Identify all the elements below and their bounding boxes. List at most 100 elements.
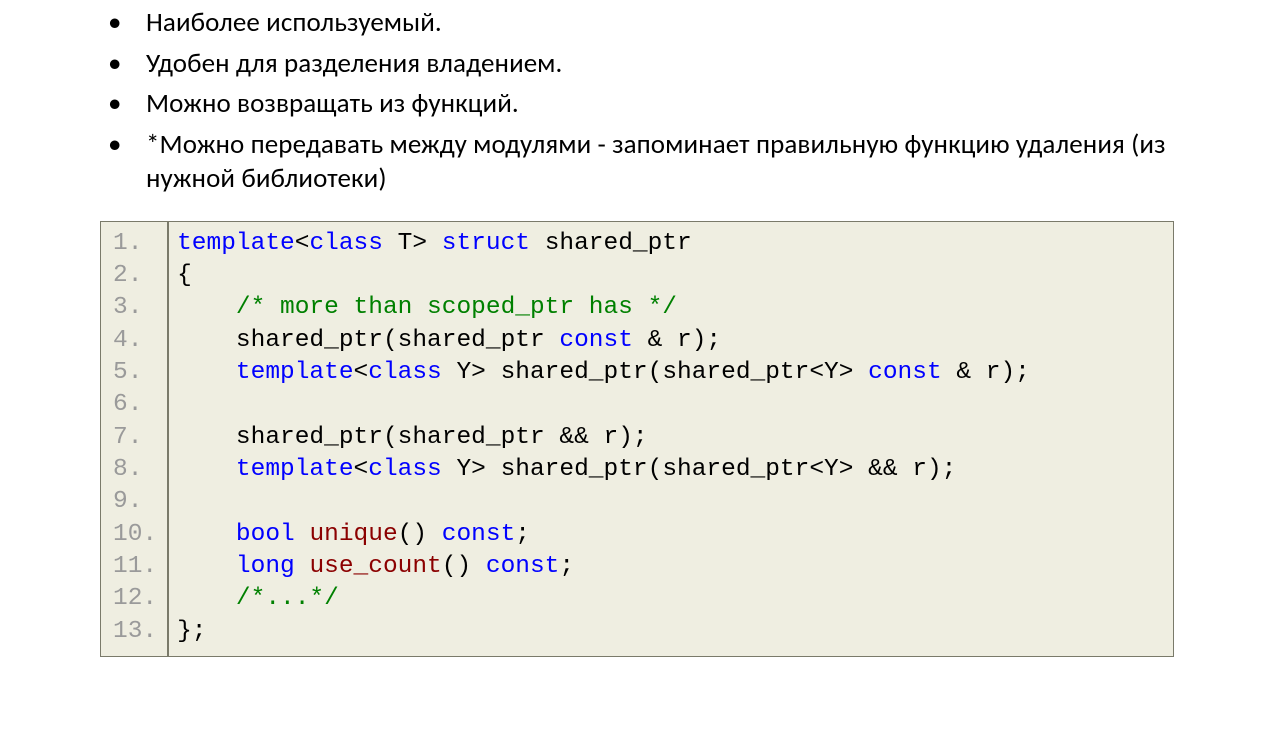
- bullet-text: Можно возвращать из функций.: [146, 87, 519, 120]
- code-token: (: [383, 424, 398, 451]
- code-token: [545, 327, 560, 354]
- code-line: [177, 389, 1030, 421]
- code-token: [177, 327, 236, 354]
- bullet-list: Наиболее используемый. Удобен для раздел…: [100, 6, 1181, 197]
- code-token: [177, 521, 236, 548]
- code-token: class: [368, 456, 442, 483]
- code-token: /*...*/: [236, 585, 339, 612]
- code-block: 1.2.3.4.5.6.7.8.9.10.11.12.13. template<…: [100, 221, 1174, 657]
- code-body: template<class T> struct shared_ptr{ /* …: [169, 222, 1038, 656]
- code-token: {: [177, 262, 192, 289]
- code-token: const: [442, 521, 516, 548]
- code-token: [177, 294, 236, 321]
- code-line-number: 8.: [113, 454, 157, 486]
- code-line-number: 11.: [113, 551, 157, 583]
- code-token: [177, 456, 236, 483]
- code-token: shared_ptr: [501, 456, 648, 483]
- code-token: Y: [824, 456, 839, 483]
- code-token: const: [559, 327, 633, 354]
- code-token: [177, 585, 236, 612]
- code-line-number: 5.: [113, 357, 157, 389]
- code-token: shared_ptr: [501, 359, 648, 386]
- code-token: class: [368, 359, 442, 386]
- code-line: {: [177, 260, 1030, 292]
- code-token: (: [648, 359, 663, 386]
- code-token: template: [236, 456, 354, 483]
- code-token: [383, 230, 398, 257]
- code-line-number: 3.: [113, 292, 157, 324]
- code-line-number: 6.: [113, 389, 157, 421]
- code-token: shared_ptr: [662, 456, 809, 483]
- code-token: && r);: [545, 424, 648, 451]
- code-token: ;: [515, 521, 530, 548]
- code-token: & r);: [633, 327, 721, 354]
- code-token: <: [354, 359, 369, 386]
- code-token: Y: [456, 359, 471, 386]
- code-token: [177, 424, 236, 451]
- code-line-number: 12.: [113, 583, 157, 615]
- code-token: Y: [456, 456, 471, 483]
- code-line: template<class T> struct shared_ptr: [177, 228, 1030, 260]
- code-token: <: [354, 456, 369, 483]
- code-token: >: [412, 230, 441, 257]
- code-line: [177, 486, 1030, 518]
- code-token: long: [236, 553, 295, 580]
- code-line: };: [177, 616, 1030, 648]
- code-line: shared_ptr(shared_ptr && r);: [177, 422, 1030, 454]
- code-token: template: [177, 230, 295, 257]
- code-token: (: [648, 456, 663, 483]
- code-line: /*...*/: [177, 583, 1030, 615]
- code-token: [530, 230, 545, 257]
- code-token: > && r);: [839, 456, 957, 483]
- code-token: T: [398, 230, 413, 257]
- code-token: const: [868, 359, 942, 386]
- code-line: bool unique() const;: [177, 519, 1030, 551]
- code-line: long use_count() const;: [177, 551, 1030, 583]
- code-line-number: 1.: [113, 228, 157, 260]
- code-token: (: [383, 327, 398, 354]
- code-token: <: [809, 456, 824, 483]
- code-token: [442, 359, 457, 386]
- code-token: shared_ptr: [398, 327, 545, 354]
- code-token: & r);: [942, 359, 1030, 386]
- code-token: >: [471, 456, 500, 483]
- code-token: shared_ptr: [545, 230, 692, 257]
- code-gutter: 1.2.3.4.5.6.7.8.9.10.11.12.13.: [101, 222, 169, 656]
- code-token: (): [398, 521, 442, 548]
- code-line-number: 7.: [113, 422, 157, 454]
- bullet-text: Наиболее используемый.: [146, 6, 442, 39]
- code-token: [177, 359, 236, 386]
- code-token: const: [486, 553, 560, 580]
- code-line-number: 2.: [113, 260, 157, 292]
- slide-content: Наиболее используемый. Удобен для раздел…: [0, 6, 1281, 657]
- code-token: /* more than scoped_ptr has */: [236, 294, 677, 321]
- code-token: use_count: [309, 553, 441, 580]
- code-line-number: 10.: [113, 519, 157, 551]
- code-token: [177, 553, 236, 580]
- code-token: shared_ptr: [236, 424, 383, 451]
- bullet-item: Удобен для разделения владением.: [100, 47, 1181, 82]
- bullet-item: *Можно передавать между модулями - запом…: [100, 128, 1181, 197]
- code-token: struct: [442, 230, 530, 257]
- code-token: >: [839, 359, 868, 386]
- code-line: shared_ptr(shared_ptr const & r);: [177, 325, 1030, 357]
- code-line-number: 4.: [113, 325, 157, 357]
- code-token: unique: [309, 521, 397, 548]
- code-token: ;: [559, 553, 574, 580]
- code-line: template<class Y> shared_ptr(shared_ptr<…: [177, 357, 1030, 389]
- code-token: template: [236, 359, 354, 386]
- code-token: [295, 553, 310, 580]
- bullet-item: Можно возвращать из функций.: [100, 87, 1181, 122]
- code-line-number: 13.: [113, 616, 157, 648]
- code-line: /* more than scoped_ptr has */: [177, 292, 1030, 324]
- bullet-text: *Можно передавать между модулями - запом…: [146, 128, 1166, 196]
- code-token: class: [309, 230, 383, 257]
- code-token: bool: [236, 521, 295, 548]
- code-token: Y: [824, 359, 839, 386]
- code-line-number: 9.: [113, 486, 157, 518]
- code-line: template<class Y> shared_ptr(shared_ptr<…: [177, 454, 1030, 486]
- code-token: [442, 456, 457, 483]
- code-token: <: [809, 359, 824, 386]
- code-token: <: [295, 230, 310, 257]
- code-token: >: [471, 359, 500, 386]
